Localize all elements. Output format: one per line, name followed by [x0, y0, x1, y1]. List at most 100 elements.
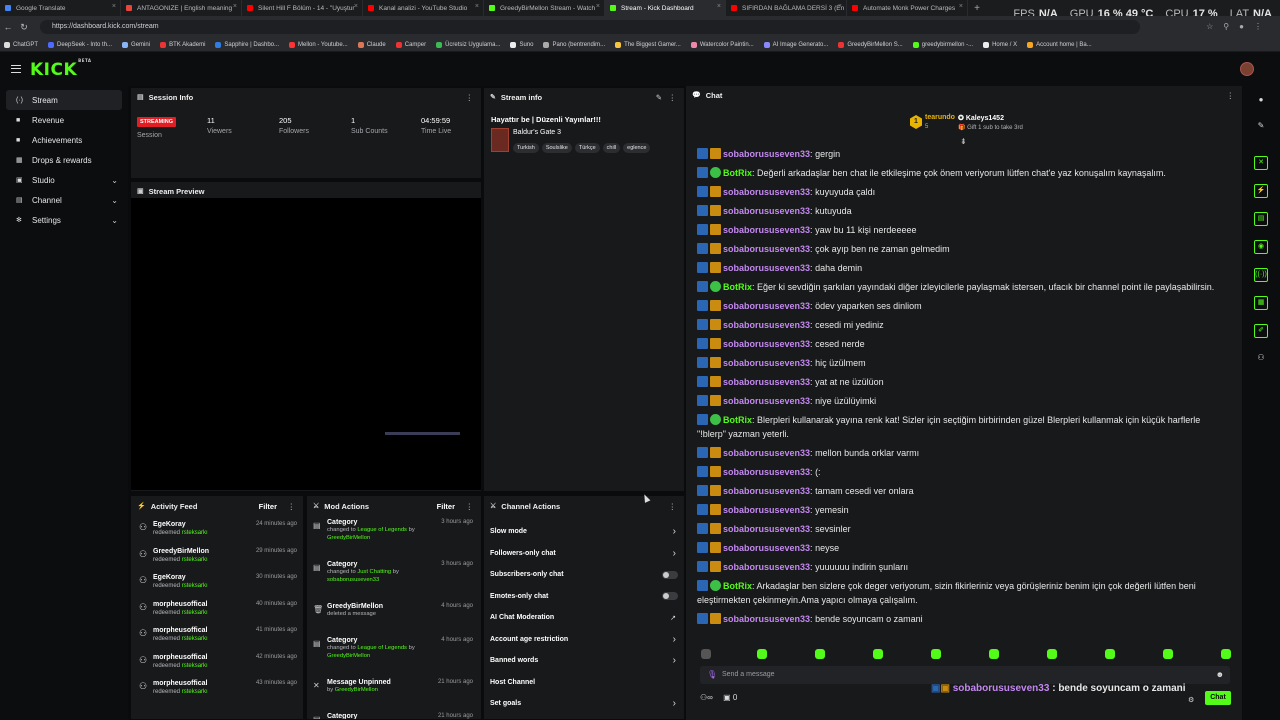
- widget-icon[interactable]: ✕: [1254, 156, 1268, 170]
- chat-username[interactable]: sobaborususeven33: [723, 187, 810, 197]
- bookmark-item[interactable]: Ücretsiz Uygulama...: [436, 41, 500, 48]
- more-icon[interactable]: ⋮: [669, 502, 677, 511]
- sidebar-item-channel[interactable]: ▤ Channel ⌄: [6, 190, 122, 210]
- star-icon[interactable]: ☆: [1206, 22, 1213, 31]
- emote-icon[interactable]: [815, 649, 825, 659]
- close-tab-icon[interactable]: ×: [959, 3, 963, 10]
- browser-tab[interactable]: GreedyBirMellon Stream - Watch ×: [484, 0, 605, 16]
- send-chat-button[interactable]: Chat: [1205, 691, 1231, 705]
- browser-tab[interactable]: Silent Hill F Bölüm - 14 - "Uyuştur ×: [242, 0, 363, 16]
- bookmark-item[interactable]: BTK Akademi: [160, 41, 205, 48]
- kick-logo[interactable]: KICKBETA: [30, 58, 91, 80]
- close-tab-icon[interactable]: ×: [596, 3, 600, 10]
- chat-username[interactable]: sobaborususeven33: [723, 149, 810, 159]
- emote-icon[interactable]: [1105, 649, 1115, 659]
- sidebar-item-stream[interactable]: (·) Stream: [6, 90, 122, 110]
- chevron-right-icon[interactable]: ›: [673, 526, 676, 537]
- emote-icon[interactable]: [989, 649, 999, 659]
- more-icon[interactable]: ⋮: [466, 93, 474, 102]
- reload-icon[interactable]: ↻: [16, 22, 32, 33]
- chat-username[interactable]: sobaborususeven33: [723, 543, 810, 553]
- more-icon[interactable]: ⋮: [1227, 91, 1235, 100]
- emote-icon[interactable]: [931, 649, 941, 659]
- more-icon[interactable]: ⋮: [288, 502, 296, 511]
- browser-tab[interactable]: Kanal analizi - YouTube Studio ×: [363, 0, 484, 16]
- sidebar-item-revenue[interactable]: ■ Revenue: [6, 110, 122, 130]
- edit-icon[interactable]: ✎: [656, 93, 662, 102]
- tag-chip[interactable]: Türkçe: [574, 143, 600, 153]
- filter-button[interactable]: Filter: [259, 502, 277, 511]
- extensions-icon[interactable]: ⚲: [1223, 22, 1229, 31]
- emote-icon[interactable]: [873, 649, 883, 659]
- chat-input[interactable]: 🎙 Send a message ☻: [700, 666, 1230, 684]
- chevron-down-icon[interactable]: ⌄: [111, 176, 118, 185]
- close-tab-icon[interactable]: ×: [717, 3, 721, 10]
- channel-action-banned-words[interactable]: Banned words ›: [484, 650, 684, 672]
- chat-username[interactable]: sobaborususeven33: [723, 263, 810, 273]
- bookmark-item[interactable]: Camper: [395, 41, 426, 48]
- chat-username[interactable]: sobaborususeven33: [723, 244, 810, 254]
- doc-icon[interactable]: ▤: [1254, 212, 1268, 226]
- menu-icon[interactable]: ⋮: [1254, 22, 1262, 31]
- chat-username[interactable]: sobaborususeven33: [723, 486, 810, 496]
- pinned-gifters[interactable]: 1 tearundo 5 ✪ Kaleys1452 🎁 Gift 1 sub t…: [910, 113, 1040, 146]
- url-field[interactable]: https://dashboard.kick.com/stream: [40, 20, 1140, 34]
- new-tab-button[interactable]: +: [968, 0, 986, 16]
- gifter-name[interactable]: tearundo: [925, 114, 955, 121]
- chat-username[interactable]: BotRix: [723, 581, 752, 591]
- chevron-down-icon[interactable]: ⌄: [111, 216, 118, 225]
- channel-action-slow-mode[interactable]: Slow mode ›: [484, 521, 684, 543]
- emoji-icon[interactable]: ☻: [1216, 670, 1224, 679]
- browser-tab[interactable]: Google Translate ×: [0, 0, 121, 16]
- close-tab-icon[interactable]: ×: [475, 3, 479, 10]
- bookmark-item[interactable]: AI Image Generato...: [763, 41, 828, 48]
- chat-username[interactable]: sobaborususeven33: [723, 562, 810, 572]
- chat-username[interactable]: sobaborususeven33: [723, 358, 810, 368]
- chat-username[interactable]: sobaborususeven33: [723, 614, 810, 624]
- bookmark-item[interactable]: Account home | Ba...: [1027, 41, 1092, 48]
- sidebar-item-drops-rewards[interactable]: ▦ Drops & rewards: [6, 150, 122, 170]
- chat-username[interactable]: sobaborususeven33: [723, 448, 810, 458]
- pencil-icon[interactable]: ✎: [1255, 120, 1267, 132]
- emote-icon[interactable]: [701, 649, 711, 659]
- chat-username[interactable]: sobaborususeven33: [723, 505, 810, 515]
- bookmark-item[interactable]: Pano (bentrendim...: [543, 41, 605, 48]
- broadcast-icon[interactable]: ((·)): [1254, 268, 1268, 282]
- browser-tab[interactable]: ANTAGONIZE | English meaning ×: [121, 0, 242, 16]
- chat-username[interactable]: BotRix: [723, 415, 752, 425]
- tag-chip[interactable]: chill: [602, 143, 621, 153]
- tag-chip[interactable]: Turkish: [513, 143, 539, 153]
- back-icon[interactable]: ←: [0, 22, 16, 32]
- external-link-icon[interactable]: ↗: [670, 614, 676, 622]
- browser-tab[interactable]: SIFIRDAN BAĞLAMA DERSİ 3 (En ×: [726, 0, 847, 16]
- chevron-right-icon[interactable]: ›: [673, 634, 676, 645]
- bookmark-item[interactable]: DeepSeek - Into th...: [48, 41, 112, 48]
- info-icon[interactable]: ●: [1255, 94, 1267, 106]
- chat-username[interactable]: sobaborususeven33: [723, 206, 810, 216]
- bookmark-item[interactable]: Watercolor Paintin...: [690, 41, 754, 48]
- chat-username[interactable]: sobaborususeven33: [723, 377, 810, 387]
- chevron-right-icon[interactable]: ›: [673, 698, 676, 709]
- emote-icon[interactable]: [1163, 649, 1173, 659]
- bookmark-item[interactable]: Mellon - Youtube...: [289, 41, 348, 48]
- bookmark-item[interactable]: ChatGPT: [4, 41, 38, 48]
- toggle-switch[interactable]: [662, 592, 678, 601]
- more-icon[interactable]: ⋮: [669, 93, 677, 102]
- bookmark-item[interactable]: Claude: [357, 41, 386, 48]
- chevron-right-icon[interactable]: ›: [673, 548, 676, 559]
- bookmark-item[interactable]: Gemini: [122, 41, 150, 48]
- users-icon[interactable]: ⚇: [1255, 352, 1267, 364]
- users-icon[interactable]: ⚇∞: [700, 693, 713, 702]
- channel-action-followers-only-chat[interactable]: Followers-only chat ›: [484, 543, 684, 565]
- bookmark-item[interactable]: GreedyBirMellon S...: [838, 41, 903, 48]
- mic-icon[interactable]: 🎙: [707, 670, 717, 679]
- chat-username[interactable]: BotRix: [723, 282, 752, 292]
- bookmark-item[interactable]: Suno: [510, 41, 533, 48]
- sidebar-item-achievements[interactable]: ■ Achievements: [6, 130, 122, 150]
- emote-icon[interactable]: [757, 649, 767, 659]
- filter-button[interactable]: Filter: [437, 502, 455, 511]
- chat-username[interactable]: sobaborususeven33: [723, 396, 810, 406]
- chat-icon[interactable]: ◉: [1254, 240, 1268, 254]
- emote-icon[interactable]: [1047, 649, 1057, 659]
- chat-username[interactable]: sobaborususeven33: [723, 467, 810, 477]
